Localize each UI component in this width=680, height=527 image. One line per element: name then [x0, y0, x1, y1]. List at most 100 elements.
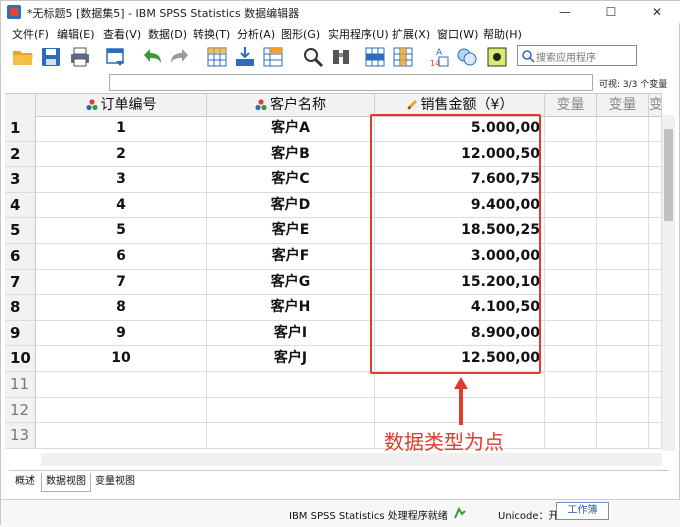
table-row[interactable]: 9 9 客户I 8.900,00	[5, 320, 662, 347]
row-number[interactable]: 13	[5, 423, 36, 448]
cell-customer-name[interactable]: 客户F	[207, 244, 375, 269]
table-row[interactable]: 6 6 客户F 3.000,00	[5, 244, 662, 270]
goto-variable-icon[interactable]	[233, 45, 257, 69]
workspace-button[interactable]: 工作簿	[556, 502, 609, 520]
menu-window[interactable]: 窗口(W)	[437, 26, 478, 42]
cell-order-id[interactable]: 3	[36, 167, 207, 192]
menu-edit[interactable]: 编辑(E)	[57, 26, 95, 42]
table-row[interactable]: 3 3 客户C 7.600,75	[5, 167, 662, 193]
cell-empty[interactable]	[545, 397, 597, 423]
cell-empty[interactable]	[649, 192, 662, 218]
cell-empty[interactable]	[597, 167, 649, 192]
menu-view[interactable]: 查看(V)	[103, 26, 141, 42]
table-row[interactable]: 5 5 客户E 18.500,25	[5, 218, 662, 244]
cell-customer-name[interactable]: 客户J	[207, 346, 375, 371]
cell-order-id[interactable]: 2	[36, 141, 207, 167]
find-icon[interactable]	[301, 45, 325, 69]
cell-empty[interactable]	[545, 244, 597, 269]
cell-empty[interactable]	[207, 423, 375, 448]
table-row[interactable]: 2 2 客户B 12.000,50	[5, 141, 662, 168]
cell-customer-name[interactable]: 客户A	[207, 116, 375, 141]
column-header-customer-name[interactable]: 客户名称	[207, 94, 375, 116]
cell-empty[interactable]	[649, 167, 662, 192]
vertical-scrollbar[interactable]	[662, 115, 675, 451]
save-icon[interactable]	[39, 45, 63, 69]
cell-order-id[interactable]: 7	[36, 269, 207, 295]
menu-analyze[interactable]: 分析(A)	[237, 26, 275, 42]
cell-empty[interactable]	[649, 372, 662, 397]
menu-data[interactable]: 数据(D)	[148, 26, 187, 42]
cell-empty[interactable]	[545, 320, 597, 346]
cell-empty[interactable]	[649, 423, 662, 448]
column-header-order-id[interactable]: 订单编号	[36, 94, 207, 116]
cell-empty[interactable]	[36, 423, 207, 448]
dialog-recall-icon[interactable]	[104, 45, 128, 69]
cell-value-input[interactable]	[109, 74, 593, 91]
cell-empty[interactable]	[545, 295, 597, 320]
table-row[interactable]: 13	[5, 423, 662, 449]
cell-empty[interactable]	[649, 269, 662, 295]
row-number[interactable]: 11	[5, 372, 36, 397]
close-button[interactable]: ✕	[634, 1, 680, 23]
table-row[interactable]: 7 7 客户G 15.200,10	[5, 269, 662, 296]
cell-empty[interactable]	[649, 218, 662, 243]
cell-empty[interactable]	[597, 192, 649, 218]
cell-empty[interactable]	[545, 269, 597, 295]
menu-transform[interactable]: 转换(T)	[193, 26, 230, 42]
cell-empty[interactable]	[36, 372, 207, 397]
cell-empty[interactable]	[597, 116, 649, 141]
cell-empty[interactable]	[207, 372, 375, 397]
menu-file[interactable]: 文件(F)	[12, 26, 49, 42]
menu-graphs[interactable]: 图形(G)	[281, 26, 320, 42]
cell-empty[interactable]	[545, 372, 597, 397]
cell-order-id[interactable]: 10	[36, 346, 207, 371]
cell-empty[interactable]	[597, 320, 649, 346]
row-number[interactable]: 3	[5, 167, 36, 192]
cell-empty[interactable]	[36, 397, 207, 423]
table-row[interactable]: 1 1 客户A 5.000,00	[5, 116, 662, 142]
table-row[interactable]: 11	[5, 372, 662, 398]
column-header-empty-variable[interactable]: 变	[649, 94, 662, 116]
row-number[interactable]: 10	[5, 346, 36, 371]
corner-cell[interactable]	[5, 94, 36, 116]
cell-empty[interactable]	[597, 397, 649, 423]
column-header-empty-variable[interactable]: 变量	[597, 94, 649, 116]
cell-empty[interactable]	[649, 244, 662, 269]
cell-empty[interactable]	[545, 423, 597, 448]
undo-icon[interactable]	[140, 45, 164, 69]
cell-order-id[interactable]: 5	[36, 218, 207, 243]
row-number[interactable]: 4	[5, 192, 36, 218]
cell-empty[interactable]	[597, 244, 649, 269]
cell-empty[interactable]	[545, 346, 597, 371]
cell-empty[interactable]	[545, 192, 597, 218]
table-row[interactable]: 10 10 客户J 12.500,00	[5, 346, 662, 372]
menu-extensions[interactable]: 扩展(X)	[392, 26, 430, 42]
table-row[interactable]: 8 8 客户H 4.100,50	[5, 295, 662, 321]
variables-icon[interactable]	[261, 45, 285, 69]
cell-customer-name[interactable]: 客户B	[207, 141, 375, 167]
use-sets-icon[interactable]	[485, 45, 509, 69]
cell-empty[interactable]	[597, 423, 649, 448]
cell-empty[interactable]	[597, 141, 649, 167]
select-cases-icon[interactable]	[455, 45, 479, 69]
cell-empty[interactable]	[597, 372, 649, 397]
insert-variable-icon[interactable]	[363, 45, 387, 69]
split-file-icon[interactable]	[391, 45, 415, 69]
open-folder-icon[interactable]	[11, 45, 35, 69]
cell-order-id[interactable]: 8	[36, 295, 207, 320]
cell-customer-name[interactable]: 客户I	[207, 320, 375, 346]
cell-customer-name[interactable]: 客户G	[207, 269, 375, 295]
menu-help[interactable]: 帮助(H)	[483, 26, 522, 42]
minimize-button[interactable]: —	[542, 1, 588, 23]
search-box[interactable]: 搜索应用程序	[517, 45, 637, 66]
redo-icon[interactable]	[168, 45, 192, 69]
insert-cases-icon[interactable]	[329, 45, 353, 69]
horizontal-scrollbar[interactable]	[41, 453, 662, 466]
cell-order-id[interactable]: 1	[36, 116, 207, 141]
cell-order-id[interactable]: 4	[36, 192, 207, 218]
weight-cases-icon[interactable]: A14	[427, 45, 451, 69]
cell-order-id[interactable]: 6	[36, 244, 207, 269]
tab-overview[interactable]: 概述	[11, 473, 39, 491]
cell-customer-name[interactable]: 客户D	[207, 192, 375, 218]
vertical-scroll-thumb[interactable]	[664, 129, 673, 221]
